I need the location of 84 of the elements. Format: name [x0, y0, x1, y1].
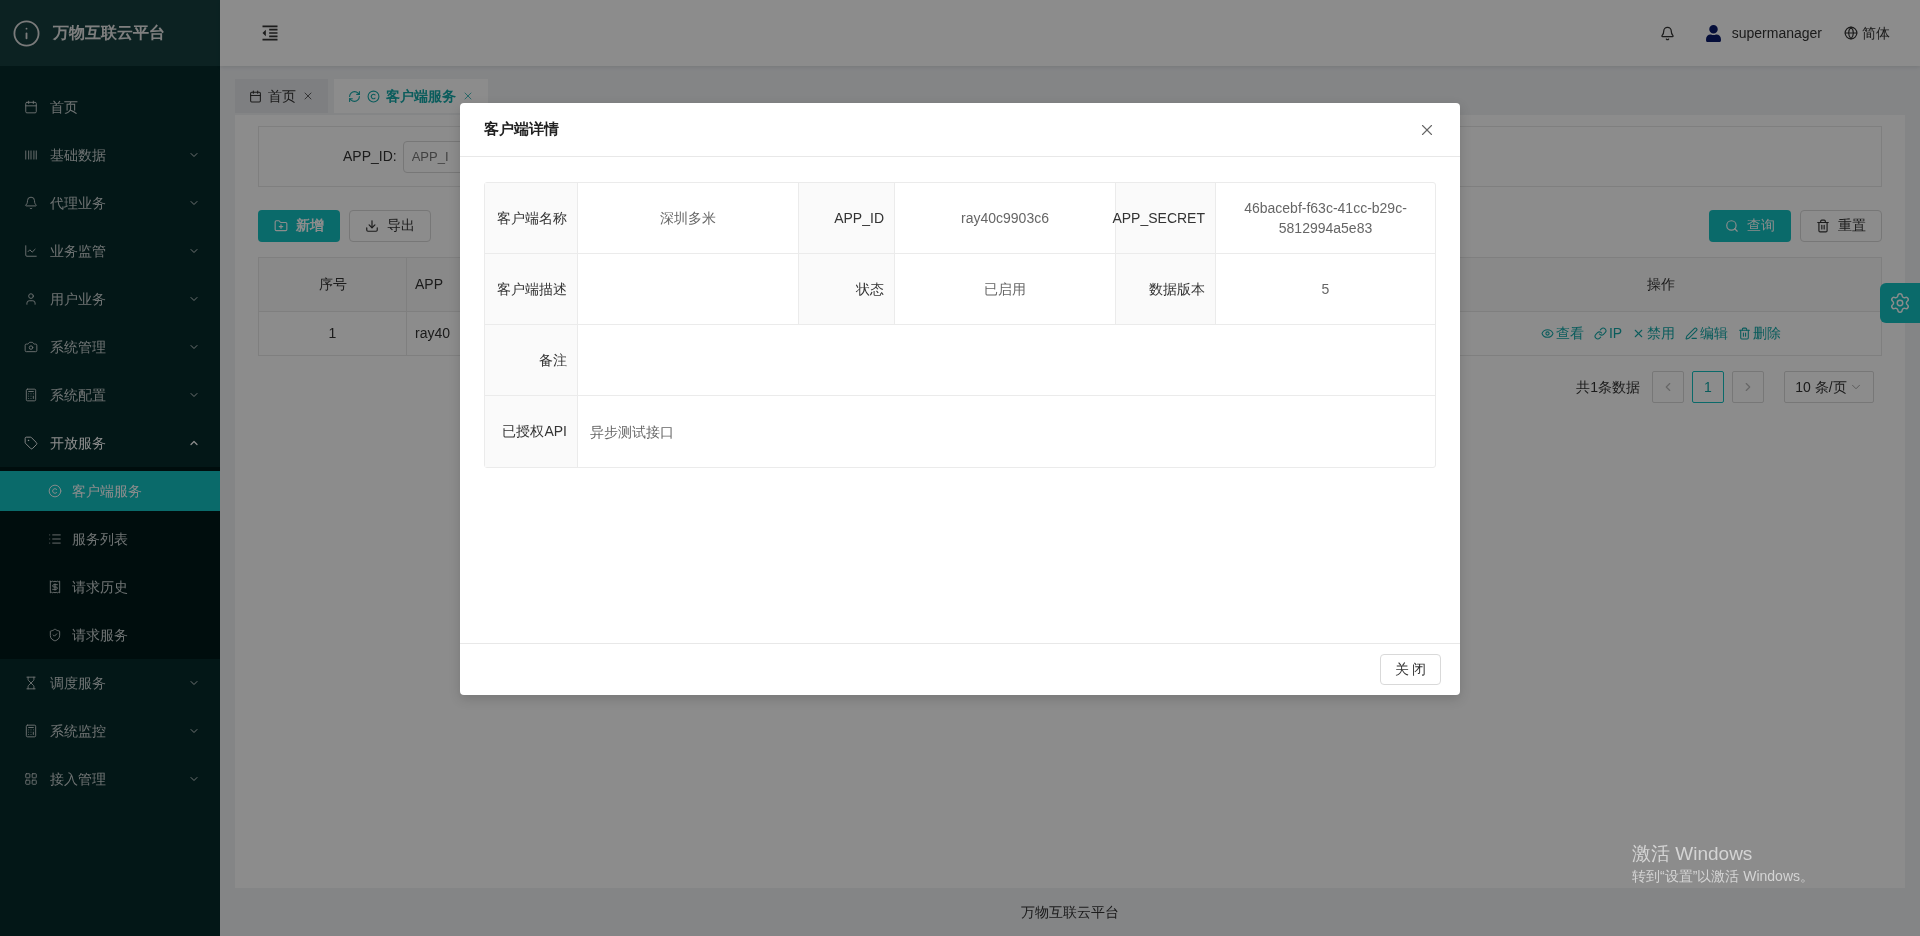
submenu-item[interactable]: 请求历史 — [0, 567, 220, 607]
menu-fold-icon[interactable] — [260, 23, 280, 43]
menu-icon — [24, 724, 38, 738]
detail-label: 已授权API — [485, 396, 578, 467]
detail-label: 客户端名称 — [485, 183, 578, 254]
globe-icon — [1844, 26, 1858, 40]
detail-label: 客户端描述 — [485, 254, 578, 325]
close-tab-icon[interactable] — [462, 90, 474, 102]
menu-icon — [24, 100, 38, 114]
detail-value: 5 — [1216, 254, 1435, 325]
menu-icon — [48, 580, 62, 594]
menu-icon — [24, 148, 38, 162]
sidebar-item[interactable]: 系统监控 — [0, 707, 220, 755]
user-name[interactable]: supermanager — [1731, 22, 1822, 44]
detail-label: APP_ID — [799, 183, 895, 254]
sidebar-item[interactable]: 首页 — [0, 83, 220, 131]
detail-value: 异步测试接口 — [589, 422, 675, 442]
menu-icon — [48, 532, 62, 546]
table-cell-text: ray40 — [415, 324, 451, 343]
reset-button[interactable]: 重置 — [1800, 209, 1882, 242]
column-header: 操作 — [1646, 275, 1676, 294]
sidebar-item[interactable]: 用户业务 — [0, 275, 220, 323]
detail-label: 数据版本 — [1116, 254, 1216, 325]
menu-icon — [24, 772, 38, 786]
action-icon — [1593, 327, 1607, 340]
submenu-item[interactable]: 请求服务 — [0, 615, 220, 655]
sidebar-item[interactable]: 系统配置 — [0, 371, 220, 419]
menu-icon — [24, 244, 38, 258]
sidebar-item[interactable]: 业务监管 — [0, 227, 220, 275]
row-action-link[interactable]: 查看 — [1540, 323, 1584, 344]
row-action-link[interactable]: 编辑 — [1685, 323, 1729, 344]
footer-text: 万物互联云平台 — [1021, 902, 1119, 922]
page-number-button[interactable]: 1 — [1692, 371, 1724, 403]
folder-plus-icon — [274, 218, 288, 233]
menu-icon — [24, 676, 38, 690]
row-action-link[interactable]: IP — [1593, 323, 1623, 344]
detail-label: 状态 — [799, 254, 895, 325]
total-count: 共1条数据 — [1576, 377, 1640, 397]
sidebar-item[interactable]: 代理业务 — [0, 179, 220, 227]
settings-icon — [1889, 292, 1911, 314]
settings-tab[interactable] — [1880, 283, 1920, 323]
close-tab-icon[interactable] — [302, 90, 314, 102]
page-size-select[interactable]: 10 条/页 — [1784, 371, 1874, 403]
sidebar-item[interactable]: 开放服务 — [0, 419, 220, 467]
column-header: APP — [415, 275, 443, 294]
field-label: APP_ID: — [343, 147, 397, 166]
column-header: 序号 — [259, 258, 407, 311]
submenu-item[interactable]: 服务列表 — [0, 519, 220, 559]
page-tab[interactable]: 客户端服务 — [334, 79, 488, 113]
detail-value: 46bacebf-f63c-41cc-b29c-5812994a5e83 — [1216, 183, 1435, 254]
menu-icon — [24, 340, 38, 354]
export-button[interactable]: 导出 — [349, 209, 431, 242]
activation-text: 转到“设置”以激活 Windows。 — [1632, 867, 1814, 886]
user-icon[interactable] — [1704, 24, 1722, 42]
dialog-title: 客户端详情 — [484, 119, 560, 140]
action-icon — [1540, 327, 1554, 340]
action-icon — [1685, 327, 1699, 340]
brand-name: 万物互联云平台 — [53, 23, 165, 43]
bell-icon[interactable] — [1659, 25, 1675, 41]
download-icon — [365, 218, 379, 233]
language-menu[interactable]: 简体 — [1844, 22, 1890, 44]
sidebar-item[interactable]: 调度服务 — [0, 659, 220, 707]
trash-icon — [1816, 218, 1830, 233]
row-action-link[interactable]: 删除 — [1738, 323, 1782, 344]
page-tab[interactable]: 首页 — [235, 79, 328, 113]
detail-label: 备注 — [485, 325, 578, 396]
calendar-icon — [249, 89, 262, 103]
menu-icon — [48, 484, 62, 498]
row-action-link[interactable]: 禁用 — [1632, 323, 1676, 344]
logo-icon — [12, 18, 41, 48]
refresh-icon — [348, 89, 361, 103]
menu-icon — [24, 388, 38, 402]
sidebar-item[interactable]: 系统管理 — [0, 323, 220, 371]
search-icon — [1725, 218, 1739, 233]
menu-icon — [24, 292, 38, 306]
sidebar-item[interactable]: 基础数据 — [0, 131, 220, 179]
action-icon — [1738, 327, 1752, 340]
menu-icon — [48, 628, 62, 642]
menu-icon — [24, 196, 38, 210]
sidebar-item[interactable]: 接入管理 — [0, 755, 220, 803]
table-cell: 1 — [259, 312, 407, 355]
activation-title: 激活 Windows — [1632, 842, 1754, 866]
close-button[interactable]: 关 闭 — [1380, 654, 1441, 685]
menu-icon — [24, 436, 38, 450]
